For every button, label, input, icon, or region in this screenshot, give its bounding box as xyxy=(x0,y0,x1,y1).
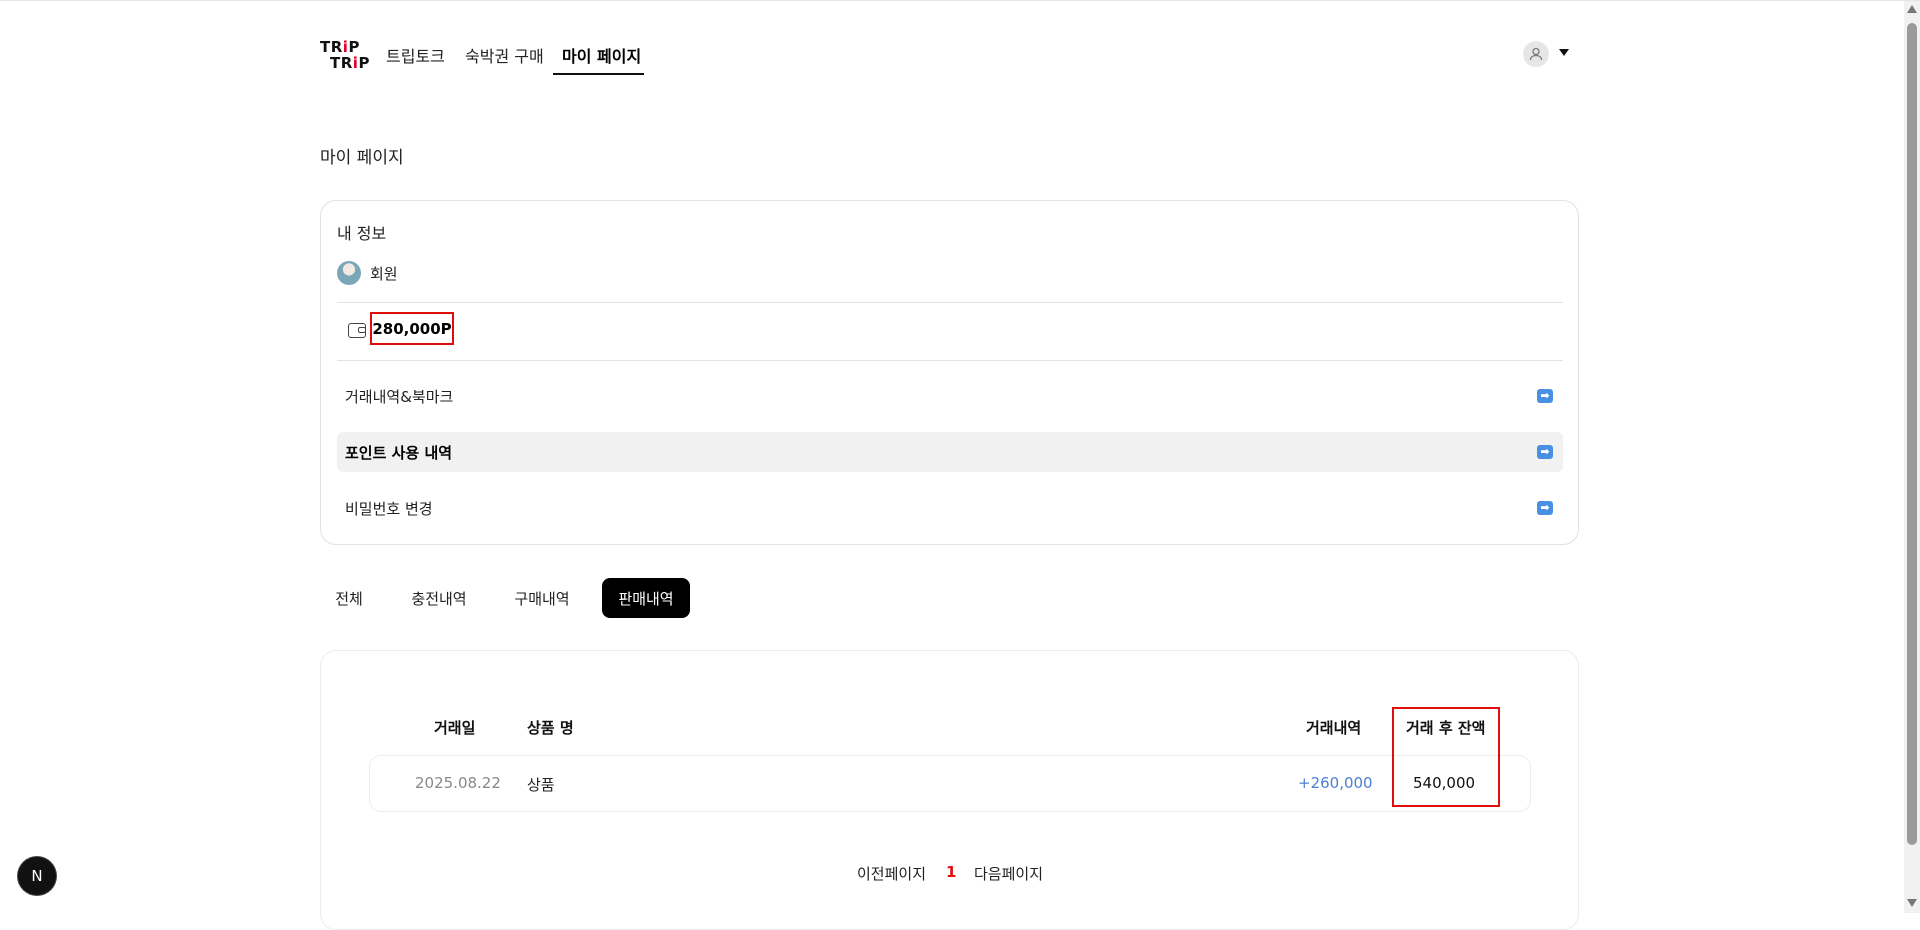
divider xyxy=(337,360,1563,361)
scroll-up-arrow-icon[interactable] xyxy=(1907,5,1917,13)
logo-text: TR xyxy=(330,54,353,72)
page-number-1[interactable]: 1 xyxy=(946,863,956,881)
menu-point-history[interactable]: 포인트 사용 내역 ➡ xyxy=(337,432,1563,472)
next-page-button[interactable]: 다음페이지 xyxy=(974,863,1043,884)
scrollbar-thumb[interactable] xyxy=(1907,23,1917,845)
tab-purchase-history[interactable]: 구매내역 xyxy=(507,578,577,618)
row-product: 상품 xyxy=(527,776,555,794)
arrow-right-icon: ➡ xyxy=(1537,501,1553,515)
column-header-amount: 거래내역 xyxy=(1306,719,1362,737)
scroll-down-arrow-icon[interactable] xyxy=(1907,899,1917,907)
member-label: 회원 xyxy=(370,265,398,283)
menu-change-password[interactable]: 비밀번호 변경 ➡ xyxy=(337,488,1563,528)
chevron-down-icon[interactable] xyxy=(1559,49,1569,56)
balance-highlight-box xyxy=(1392,707,1500,807)
tab-charge-history[interactable]: 충전내역 xyxy=(404,578,474,618)
trip-trip-logo[interactable]: TRiP TRiP xyxy=(320,39,369,72)
arrow-right-icon: ➡ xyxy=(1537,445,1553,459)
user-icon xyxy=(1529,47,1543,61)
row-amount: +260,000 xyxy=(1298,774,1373,792)
next-dev-badge[interactable]: N xyxy=(18,857,56,895)
profile-avatar xyxy=(337,261,361,285)
menu-transactions-bookmarks[interactable]: 거래내역&북마크 ➡ xyxy=(337,376,1563,416)
tab-all[interactable]: 전체 xyxy=(326,578,372,618)
nav-my-page[interactable]: 마이 페이지 xyxy=(562,43,641,67)
arrow-right-icon: ➡ xyxy=(1537,389,1553,403)
nav-active-underline xyxy=(553,73,644,75)
points-balance: 280,000P xyxy=(370,312,454,345)
my-info-title: 내 정보 xyxy=(337,224,387,243)
menu-label: 포인트 사용 내역 xyxy=(345,443,453,462)
user-avatar-icon[interactable] xyxy=(1523,41,1549,67)
tab-sales-history[interactable]: 판매내역 xyxy=(602,578,690,618)
column-header-date: 거래일 xyxy=(434,719,476,737)
logo-text: P xyxy=(358,54,370,72)
row-date: 2025.08.22 xyxy=(415,774,501,792)
menu-label: 거래내역&북마크 xyxy=(345,387,454,406)
prev-page-button[interactable]: 이전페이지 xyxy=(857,863,926,884)
column-header-product: 상품 명 xyxy=(527,719,574,737)
nav-accommodation-purchase[interactable]: 숙박권 구매 xyxy=(465,43,544,67)
wallet-icon xyxy=(348,323,366,338)
divider xyxy=(337,302,1563,303)
nav-trip-talk[interactable]: 트립토크 xyxy=(386,43,445,67)
menu-label: 비밀번호 변경 xyxy=(345,499,433,518)
page-title: 마이 페이지 xyxy=(320,148,404,168)
